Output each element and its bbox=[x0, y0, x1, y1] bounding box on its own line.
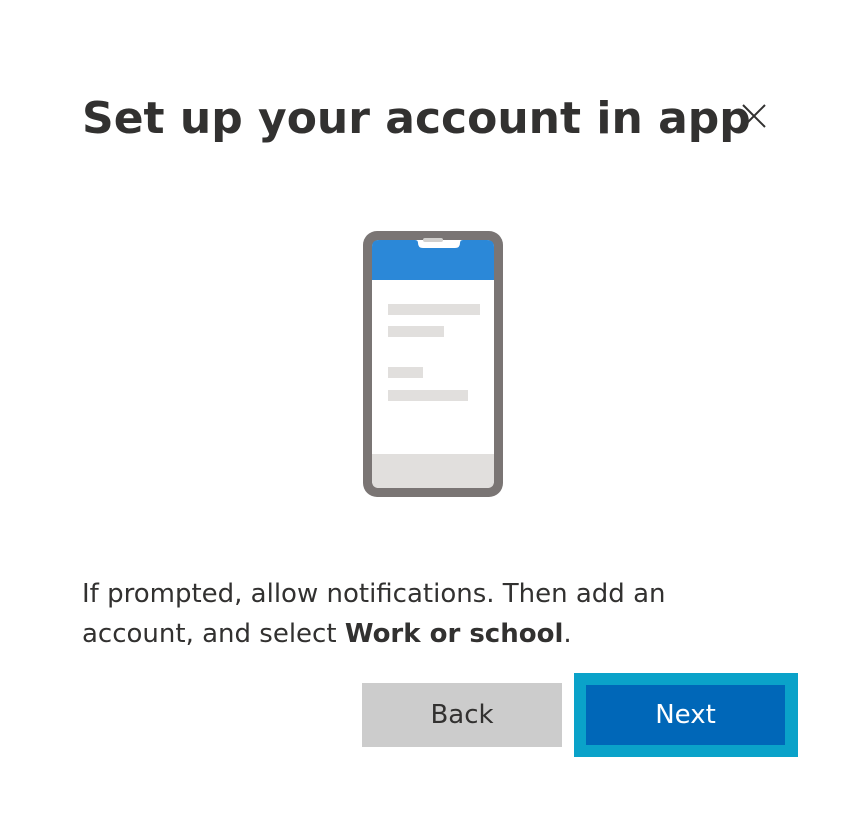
back-button[interactable]: Back bbox=[362, 683, 562, 747]
next-button[interactable]: Next bbox=[586, 685, 785, 745]
phone-illustration bbox=[363, 231, 503, 497]
instruction-text-bold: Work or school bbox=[344, 619, 564, 649]
instruction-text: If prompted, allow notifications. Then a… bbox=[82, 574, 782, 654]
dialog-title: Set up your account in app bbox=[82, 93, 751, 144]
setup-dialog: Set up your account in app If prompted, … bbox=[0, 0, 867, 829]
close-button[interactable] bbox=[734, 96, 774, 136]
close-icon bbox=[742, 104, 766, 128]
instruction-text-part2: . bbox=[563, 619, 572, 649]
